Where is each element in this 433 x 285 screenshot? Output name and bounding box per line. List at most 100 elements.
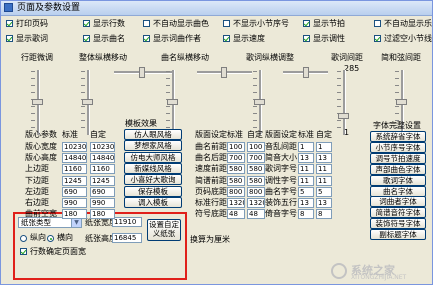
custom-value-input[interactable]: 690 (90, 186, 115, 197)
portrait-label: 纵向 (30, 233, 46, 242)
paper-height-input[interactable]: 16845 (112, 233, 142, 243)
standard-value: 800 (227, 186, 245, 197)
option-checkbox[interactable] (143, 20, 150, 27)
standard-value: 700 (227, 153, 245, 164)
lyrics-spacing-slider[interactable] (343, 70, 346, 135)
font-setting-button[interactable]: 调号节拍速度 (370, 152, 426, 164)
custom-value-input[interactable]: 48 (247, 209, 265, 220)
standard-value: 14840 (62, 153, 87, 164)
line-spacing-label: 行距微调 (21, 53, 53, 62)
custom-value-input[interactable]: 1 (316, 142, 332, 152)
custom-value-input[interactable]: 11 (316, 164, 332, 175)
option-checkbox[interactable] (303, 35, 310, 42)
lyrics-spacing-label: 歌词间距 (331, 53, 363, 62)
lyrics-spacing-value: 285 (344, 64, 360, 73)
landscape-label: 横向 (57, 233, 73, 242)
slider-ticks (337, 71, 341, 133)
chevron-down-icon[interactable]: ▼ (71, 218, 81, 227)
style-button[interactable]: 保存模板 (124, 185, 182, 197)
standard-value: 5 (298, 186, 314, 197)
custom-value-input[interactable]: 990 (90, 198, 115, 208)
font-setting-button[interactable]: 小节序号字体 (370, 141, 426, 153)
lyrics-vertical-thumb[interactable] (254, 99, 265, 105)
style-button[interactable]: 调入模板 (124, 196, 182, 208)
paper-width-input[interactable]: 11910 (112, 217, 142, 227)
set-custom-paper-button[interactable]: 设置自定义纸张 (147, 219, 181, 241)
lyrics-spacing-thumb[interactable] (338, 113, 349, 119)
global-vertical-thumb[interactable] (82, 99, 93, 105)
line-spacing-thumb[interactable] (32, 99, 43, 105)
style-button[interactable]: 小喜好大歌询 (124, 174, 182, 186)
global-horizontal-thumb[interactable] (139, 67, 145, 78)
option-checkbox-label: 不自动显示乐 (384, 19, 432, 28)
row-label: 曲名字号 (265, 186, 297, 196)
option-checkbox[interactable] (374, 35, 381, 42)
font-setting-button[interactable]: 曲名字体 (370, 185, 426, 197)
custom-value-input[interactable]: 5 (316, 186, 332, 197)
option-checkbox[interactable] (6, 20, 13, 27)
custom-value-input[interactable]: 13 (316, 153, 332, 164)
custom-value-input[interactable]: 8 (316, 209, 332, 220)
option-checkbox[interactable] (83, 35, 90, 42)
font-setting-button[interactable]: 副标题字体 (370, 229, 426, 241)
option-checkbox[interactable] (223, 35, 230, 42)
row-label: 调性字号 (265, 175, 297, 185)
font-setting-button[interactable]: 词曲者字体 (370, 196, 426, 208)
option-checkbox[interactable] (374, 20, 381, 27)
title-horizontal-thumb[interactable] (221, 67, 227, 78)
custom-value-input[interactable]: 10230 (90, 142, 115, 152)
row-label: 曲前空宽 (25, 209, 57, 219)
custom-value-input[interactable]: 13 (316, 198, 332, 208)
simple-spacing-thumb[interactable] (396, 99, 407, 105)
page-break-checkbox[interactable] (20, 248, 27, 255)
title-vertical-thumb[interactable] (167, 99, 178, 105)
font-setting-button[interactable]: 简谱音符字体 (370, 207, 426, 219)
portrait-radio[interactable] (20, 235, 27, 242)
app-icon (4, 3, 13, 12)
style-button[interactable]: 梦想家风格 (124, 140, 182, 152)
settings-window: 页面及参数设置 行距微调 整体纵横移动 曲名纵横移动 歌词纵横调整 歌词间距 简… (0, 0, 433, 285)
option-checkbox[interactable] (6, 35, 13, 42)
watermark-sub: XITONGZHIJIA.NET (351, 274, 407, 281)
table-header: 自定 (90, 130, 106, 139)
style-header: 模板效果 (125, 119, 157, 128)
style-button[interactable]: 仿电大师风格 (124, 151, 182, 163)
row-label: 曲名后距 (195, 153, 227, 163)
style-button[interactable]: 仿人眼风格 (124, 129, 182, 140)
custom-value-input[interactable]: 11 (316, 175, 332, 186)
option-checkbox[interactable] (83, 20, 90, 27)
row-label: 曲名前距 (195, 142, 227, 151)
lyrics-horizontal-thumb[interactable] (303, 67, 309, 78)
watermark: 系统之家 XITONGZHIJIA.NET (331, 261, 431, 283)
font-settings-header: 字体完整设置 (373, 121, 421, 130)
option-checkbox-label: 打印页码 (16, 19, 48, 28)
font-setting-button[interactable]: 系统辞省字体 (370, 131, 426, 142)
row-label: 版心高度 (25, 153, 57, 163)
standard-value: 10230 (62, 142, 87, 152)
style-button[interactable]: 新媒线风格 (124, 162, 182, 174)
row-label: 上边距 (25, 164, 49, 174)
landscape-radio[interactable] (47, 235, 54, 242)
font-setting-button[interactable]: 装饰符号字体 (370, 218, 426, 230)
custom-value-input[interactable]: 1320 (247, 198, 265, 208)
custom-value-input[interactable]: 800 (247, 186, 265, 197)
custom-value-input[interactable]: 700 (247, 153, 265, 164)
row-label: 左边距 (25, 186, 49, 196)
option-checkbox[interactable] (303, 20, 310, 27)
custom-value-input[interactable]: 580 (247, 164, 265, 175)
custom-value-input[interactable]: 100 (247, 142, 265, 152)
custom-value-input[interactable]: 580 (247, 175, 265, 186)
font-setting-button[interactable]: 声部曲色字体 (370, 163, 426, 175)
option-checkbox[interactable] (223, 20, 230, 27)
custom-value-input[interactable]: 14840 (90, 153, 115, 164)
option-checkbox-label: 显示行数 (93, 19, 125, 28)
option-checkbox-label: 显示速度 (233, 34, 265, 43)
custom-value-input[interactable]: 180 (90, 209, 115, 220)
option-checkbox-label: 显示调性 (313, 34, 345, 43)
row-label: 速度前距 (195, 164, 227, 174)
font-setting-button[interactable]: 歌词字体 (370, 174, 426, 186)
standard-value: 48 (227, 209, 245, 220)
option-checkbox[interactable] (143, 35, 150, 42)
custom-value-input[interactable]: 1245 (90, 175, 115, 186)
custom-value-input[interactable]: 1160 (90, 164, 115, 175)
